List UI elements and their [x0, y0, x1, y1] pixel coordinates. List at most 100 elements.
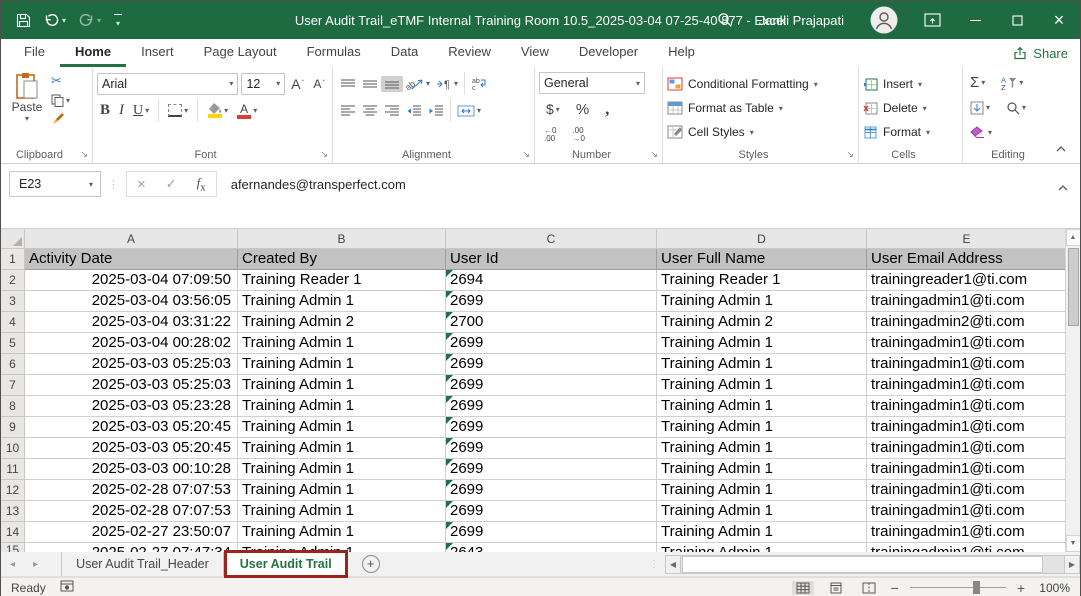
tab-review[interactable]: Review: [433, 39, 506, 67]
cell-user-email[interactable]: trainingadmin1@ti.com: [867, 396, 1067, 417]
row-header[interactable]: 6: [1, 354, 25, 375]
decrease-decimal-button[interactable]: .00→0: [569, 125, 587, 145]
increase-decimal-button[interactable]: ←0.00: [541, 125, 559, 145]
zoom-slider[interactable]: [910, 587, 1006, 588]
cell-user-full-name[interactable]: Training Admin 1: [657, 501, 867, 522]
cell-user-id[interactable]: 2699: [446, 438, 657, 459]
cell-activity-date[interactable]: 2025-02-28 07:07:53: [25, 480, 238, 501]
customize-quick-access-button[interactable]: ▾: [114, 14, 122, 26]
find-select-button[interactable]: ▾: [1003, 99, 1029, 117]
undo-button[interactable]: ▾: [44, 14, 66, 27]
cell-user-email[interactable]: trainingadmin1@ti.com: [867, 354, 1067, 375]
cell-user-id[interactable]: 2699: [446, 396, 657, 417]
copy-button[interactable]: ▾: [49, 94, 72, 107]
cell-user-full-name[interactable]: Training Admin 1: [657, 480, 867, 501]
macro-record-button[interactable]: [60, 580, 74, 595]
scrollbar-splitter[interactable]: ⋮: [649, 559, 665, 570]
cell-user-full-name[interactable]: Training Admin 1: [657, 333, 867, 354]
zoom-in-button[interactable]: +: [1017, 580, 1025, 596]
wrap-text-button[interactable]: abc: [468, 75, 490, 92]
cell-user-email[interactable]: trainingadmin1@ti.com: [867, 291, 1067, 312]
row-header[interactable]: 15: [1, 543, 25, 552]
cell-user-id[interactable]: 2699: [446, 291, 657, 312]
align-right-button[interactable]: [381, 103, 403, 119]
cell-user-email[interactable]: trainingadmin1@ti.com: [867, 480, 1067, 501]
row-header[interactable]: 9: [1, 417, 25, 438]
cell-created-by[interactable]: Training Admin 1: [238, 438, 446, 459]
row-header[interactable]: 8: [1, 396, 25, 417]
cell-user-email[interactable]: trainingadmin1@ti.com: [867, 438, 1067, 459]
header-cell-user-full-name[interactable]: User Full Name: [657, 249, 867, 270]
delete-cells-button[interactable]: Delete ▾: [863, 96, 958, 120]
cell-created-by[interactable]: Training Admin 1: [238, 396, 446, 417]
font-color-button[interactable]: A ▾: [234, 101, 260, 121]
scroll-left-button[interactable]: ◀: [665, 555, 681, 574]
cell-user-full-name[interactable]: Training Admin 1: [657, 354, 867, 375]
decrease-indent-button[interactable]: [403, 103, 425, 119]
cell-created-by[interactable]: Training Admin 1: [238, 291, 446, 312]
cell-user-full-name[interactable]: Training Admin 1: [657, 543, 867, 552]
search-button[interactable]: [704, 1, 746, 39]
align-center-button[interactable]: [359, 103, 381, 119]
column-header-b[interactable]: B: [238, 229, 446, 249]
dialog-launcher-icon[interactable]: ↘: [522, 149, 530, 160]
dialog-launcher-icon[interactable]: ↘: [846, 149, 854, 160]
sheet-tab-active[interactable]: User Audit Trail: [224, 550, 348, 578]
font-size-select[interactable]: 12▾: [241, 73, 285, 95]
row-header[interactable]: 14: [1, 522, 25, 543]
save-button[interactable]: [16, 13, 31, 28]
row-header[interactable]: 1: [1, 249, 25, 270]
cell-created-by[interactable]: Training Admin 1: [238, 333, 446, 354]
formula-input[interactable]: afernandes@transperfect.com: [231, 177, 1072, 192]
cell-activity-date[interactable]: 2025-03-03 00:10:28: [25, 459, 238, 480]
cell-created-by[interactable]: Training Admin 1: [238, 459, 446, 480]
cell-user-id[interactable]: 2699: [446, 333, 657, 354]
cell-user-id[interactable]: 2699: [446, 480, 657, 501]
increase-indent-button[interactable]: [425, 103, 447, 119]
cell-user-full-name[interactable]: Training Admin 1: [657, 417, 867, 438]
cell-user-email[interactable]: trainingreader1@ti.com: [867, 270, 1067, 291]
new-sheet-button[interactable]: +: [362, 555, 380, 573]
zoom-out-button[interactable]: −: [891, 580, 899, 596]
expand-formula-bar-button[interactable]: [1058, 178, 1068, 196]
orientation-button[interactable]: ab ▾: [403, 75, 433, 92]
fill-button[interactable]: ▾: [967, 99, 993, 117]
cell-created-by[interactable]: Training Admin 1: [238, 417, 446, 438]
bold-button[interactable]: B: [97, 100, 113, 121]
cell-user-email[interactable]: trainingadmin1@ti.com: [867, 522, 1067, 543]
cell-user-id[interactable]: 2700: [446, 312, 657, 333]
sheet-tab-header[interactable]: User Audit Trail_Header: [62, 552, 224, 576]
percent-style-button[interactable]: %: [573, 99, 592, 120]
cell-user-email[interactable]: trainingadmin1@ti.com: [867, 459, 1067, 480]
maximize-button[interactable]: [996, 1, 1038, 39]
row-header[interactable]: 11: [1, 459, 25, 480]
merge-center-button[interactable]: ▾: [454, 103, 484, 119]
horizontal-scroll-track[interactable]: [681, 555, 1064, 574]
column-header-c[interactable]: C: [446, 229, 657, 249]
cell-created-by[interactable]: Training Admin 1: [238, 501, 446, 522]
row-header[interactable]: 4: [1, 312, 25, 333]
align-top-button[interactable]: [337, 76, 359, 92]
cell-activity-date[interactable]: 2025-02-27 23:50:07: [25, 522, 238, 543]
paste-button[interactable]: Paste ▾: [5, 70, 49, 147]
normal-view-button[interactable]: [792, 581, 814, 595]
format-as-table-button[interactable]: Format as Table ▾: [667, 96, 854, 120]
conditional-formatting-button[interactable]: Conditional Formatting ▾: [667, 72, 854, 96]
cell-activity-date[interactable]: 2025-03-03 05:23:28: [25, 396, 238, 417]
insert-function-button[interactable]: fx: [197, 175, 206, 194]
minimize-button[interactable]: [954, 1, 996, 39]
sheet-nav-right-icon[interactable]: ▸: [24, 559, 47, 570]
cell-activity-date[interactable]: 2025-03-04 07:09:50: [25, 270, 238, 291]
cell-user-id[interactable]: 2699: [446, 417, 657, 438]
cell-activity-date[interactable]: 2025-02-28 07:07:53: [25, 501, 238, 522]
cell-activity-date[interactable]: 2025-03-04 03:56:05: [25, 291, 238, 312]
cell-user-full-name[interactable]: Training Admin 1: [657, 291, 867, 312]
format-painter-button[interactable]: [49, 112, 72, 125]
align-middle-button[interactable]: [359, 76, 381, 92]
number-format-select[interactable]: General▾: [539, 72, 645, 94]
header-cell-created-by[interactable]: Created By: [238, 249, 446, 270]
tab-developer[interactable]: Developer: [564, 39, 653, 67]
cell-user-email[interactable]: trainingadmin2@ti.com: [867, 312, 1067, 333]
cell-user-id[interactable]: 2699: [446, 522, 657, 543]
cell-user-full-name[interactable]: Training Reader 1: [657, 270, 867, 291]
